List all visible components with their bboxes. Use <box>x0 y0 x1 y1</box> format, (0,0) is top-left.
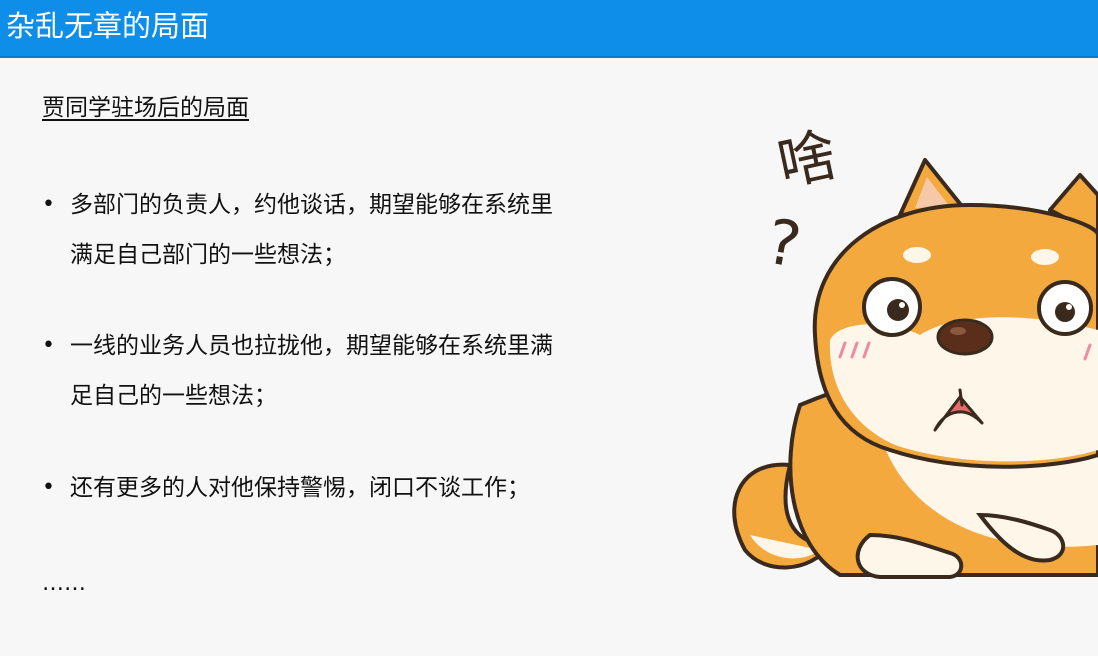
title-bar: 杂乱无章的局面 <box>0 0 1098 58</box>
slide-subtitle: 贾同学驻场后的局面 <box>42 95 249 121</box>
exclamation-text: 啥 <box>772 120 843 199</box>
bullet-line: 满足自己部门的一些想法； <box>70 242 346 268</box>
bullet-marker: • <box>42 192 55 217</box>
question-mark: ? <box>761 205 806 283</box>
confused-shiba-dog-icon: 啥 ? <box>732 120 1098 579</box>
bullet-line: 多部门的负责人，约他谈话，期望能够在系统里 <box>70 192 553 218</box>
bullet-line: 足自己的一些想法； <box>70 383 277 409</box>
bullet-text: 一线的业务人员也拉拢他，期望能够在系统里满 足自己的一些想法； <box>70 321 640 421</box>
bullet-marker: • <box>42 475 55 500</box>
bullet-marker: • <box>42 333 55 358</box>
bullet-text: 多部门的负责人，约他谈话，期望能够在系统里 满足自己部门的一些想法； <box>70 180 640 280</box>
bullet-text: 还有更多的人对他保持警惕，闭口不谈工作； <box>70 463 640 513</box>
slide: 杂乱无章的局面 贾同学驻场后的局面 • 多部门的负责人，约他谈话，期望能够在系统… <box>0 0 1098 656</box>
slide-title: 杂乱无章的局面 <box>6 9 210 43</box>
dog-nose <box>936 318 994 356</box>
bullet-line: 还有更多的人对他保持警惕，闭口不谈工作； <box>70 475 530 501</box>
bullet-line: 一线的业务人员也拉拢他，期望能够在系统里满 <box>70 333 553 359</box>
ellipsis: …… <box>42 571 86 596</box>
